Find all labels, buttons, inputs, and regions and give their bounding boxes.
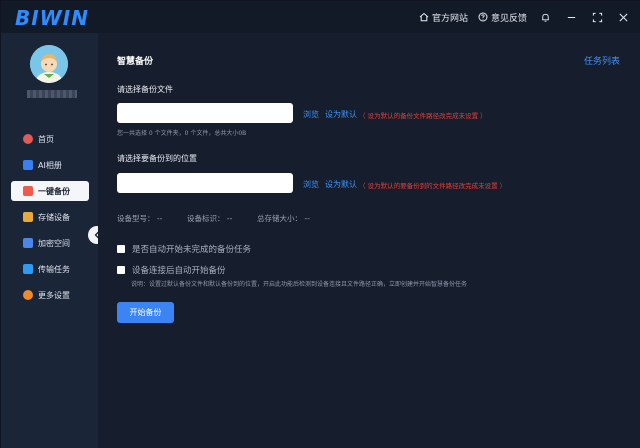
sidebar-item-label: 加密空间 [38,238,70,248]
source-set-default-link[interactable]: 设为默认 [325,109,357,120]
sidebar-item-label: 更多设置 [38,290,70,300]
start-backup-button[interactable]: 开始备份 [117,302,174,323]
task-list-link[interactable]: 任务列表 [584,54,620,67]
feedback-label: 意见反馈 [490,13,527,24]
device-capacity: 总存储大小： -- [257,214,310,223]
notification-button[interactable] [537,9,553,25]
title-bar: BIWIN 官方网站 意见反馈 [1,1,640,33]
username-redacted [27,90,77,98]
brand-logo: BIWIN [15,6,89,30]
device-model: 设备型号： -- [117,214,163,223]
close-button[interactable] [615,9,631,25]
sidebar-item-label: 存储设备 [38,212,70,222]
sidebar-item-label: 首页 [38,134,54,144]
app-window: BIWIN 官方网站 意见反馈 首页 AI相册 一键备份 存储设备 加密空间 传… [0,0,640,448]
user-avatar-icon [30,45,68,83]
maximize-button[interactable] [589,9,605,25]
sidebar: 首页 AI相册 一键备份 存储设备 加密空间 传输任务 更多设置 [1,33,98,448]
auto-backup-label: 设备连接后自动开始备份 [132,266,226,276]
sidebar-item-home[interactable]: 首页 [11,129,89,149]
source-browse-link[interactable]: 浏览 [303,109,319,120]
folder-lock-icon [23,238,33,248]
fullscreen-icon [592,12,602,22]
minimize-icon [567,16,575,18]
auto-backup-note: 说明：设置过默认备份文件和默认备份到的位置，开启此功能后检测到设备连接且文件路径… [131,281,468,288]
minimize-button[interactable] [563,9,579,25]
auto-resume-checkbox[interactable] [117,245,125,253]
storage-icon [23,212,33,222]
auto-backup-checkbox[interactable] [117,266,125,274]
sidebar-item-label: AI相册 [38,160,62,170]
source-default-warning: （ 设为默认的备份文件路径改完成未设置 ） [359,112,487,120]
sidebar-item-ai-album[interactable]: AI相册 [11,155,89,175]
official-website-link[interactable]: 官方网站 [419,11,468,24]
sidebar-item-transfer[interactable]: 传输任务 [11,259,89,279]
source-selection-summary: 您一共选择 0 个文件夹，0 个文件，总共大小0B [117,130,247,137]
sidebar-item-storage[interactable]: 存储设备 [11,207,89,227]
sidebar-item-settings[interactable]: 更多设置 [11,285,89,305]
device-id: 设备标识： -- [187,214,233,223]
source-label: 请选择备份文件 [117,85,173,94]
sidebar-item-backup[interactable]: 一键备份 [11,181,89,201]
title-bar-actions: 官方网站 意见反馈 [419,1,631,33]
sidebar-item-encrypted-space[interactable]: 加密空间 [11,233,89,253]
home-icon [23,134,33,144]
sidebar-menu: 首页 AI相册 一键备份 存储设备 加密空间 传输任务 更多设置 [11,129,89,311]
target-set-default-link[interactable]: 设为默认 [325,179,357,190]
target-default-warning: （ 设为默认的要备份到的文件路径改完成未设置 ） [359,182,507,190]
target-label: 请选择要备份到的位置 [117,154,197,163]
sidebar-item-label: 传输任务 [38,264,70,274]
auto-backup-on-connect-option[interactable]: 设备连接后自动开始备份 [117,264,226,276]
target-browse-link[interactable]: 浏览 [303,179,319,190]
home-icon [419,12,429,22]
auto-resume-option[interactable]: 是否自动开始未完成的备份任务 [117,243,251,255]
settings-icon [23,290,33,300]
official-website-label: 官方网站 [431,13,468,24]
bell-icon [541,13,549,22]
page-title: 智慧备份 [117,57,154,67]
ai-album-icon [23,160,33,170]
avatar[interactable] [30,45,68,83]
close-icon [618,12,628,22]
main-panel: 智慧备份 任务列表 请选择备份文件 浏览 设为默认 （ 设为默认的备份文件路径改… [98,33,640,448]
backup-icon [23,186,33,196]
transfer-icon [23,264,33,274]
target-path-input[interactable] [117,173,293,193]
auto-resume-label: 是否自动开始未完成的备份任务 [132,245,252,255]
sidebar-item-label: 一键备份 [38,186,70,196]
feedback-link[interactable]: 意见反馈 [478,11,527,24]
help-icon [478,12,488,22]
source-path-input[interactable] [117,103,293,123]
